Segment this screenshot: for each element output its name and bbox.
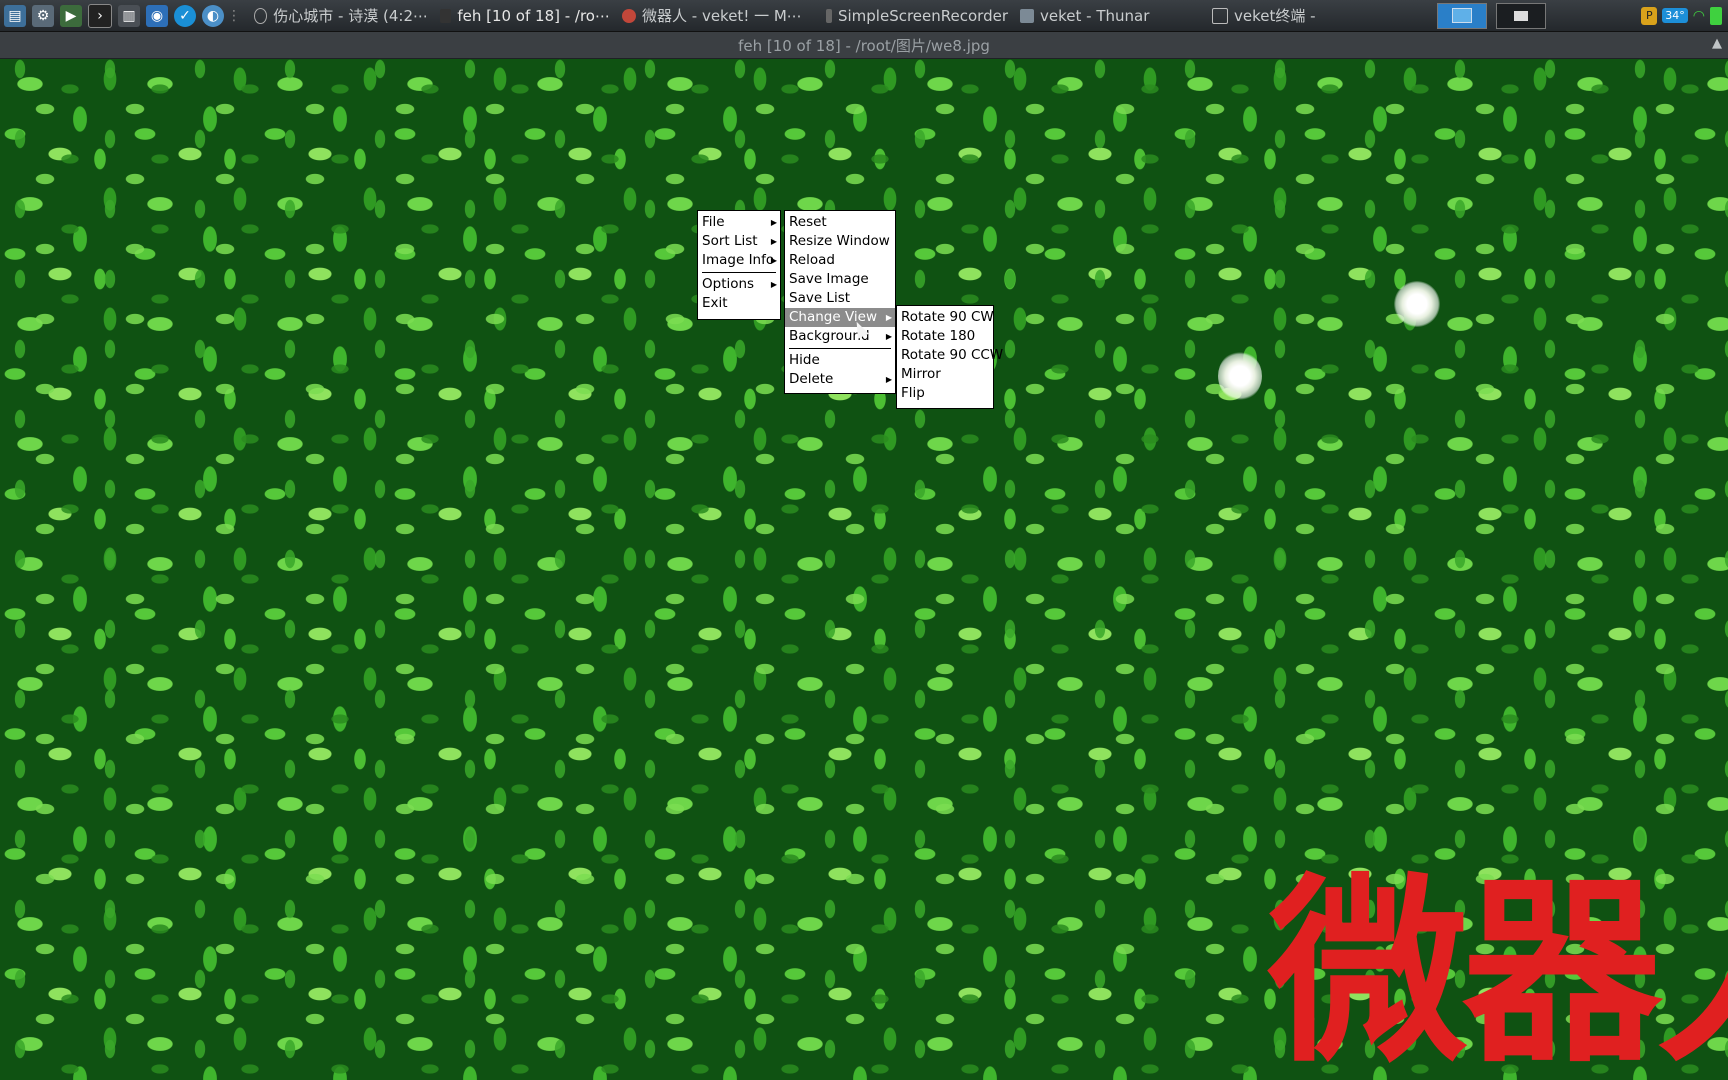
- task-label: feh [10 of 18] - /ro⋯: [457, 6, 610, 25]
- menu-item-label: Reset: [789, 214, 827, 230]
- folder-icon: [1020, 8, 1034, 23]
- grip-icon: ⋮: [227, 7, 241, 24]
- menu-item-hide[interactable]: Hide: [785, 351, 895, 370]
- submenu-arrow-icon: ▶: [770, 256, 777, 265]
- settings-icon[interactable]: ⚙: [32, 4, 54, 27]
- menu-item-rotate-180[interactable]: Rotate 180: [897, 327, 993, 346]
- task-item-music[interactable]: 伤心城市 - 诗漠 (4:2⋯: [248, 0, 434, 31]
- menu-item-sort-list[interactable]: Sort List ▶: [698, 232, 780, 251]
- task-label: veket - Thunar: [1040, 6, 1150, 25]
- task-item-browser[interactable]: 微器人 - veket! 一 M⋯: [616, 0, 820, 31]
- menu-item-label: File: [702, 214, 725, 230]
- context-menu-main: File ▶ Sort List ▶ Image Info ▶ Options …: [697, 210, 781, 320]
- network-icon[interactable]: ◐: [202, 4, 224, 27]
- window-maximize-icon[interactable]: ▲: [1712, 36, 1722, 51]
- task-item-feh[interactable]: feh [10 of 18] - /ro⋯: [434, 0, 616, 31]
- menu-item-file[interactable]: File ▶: [698, 213, 780, 232]
- camera-icon[interactable]: ◉: [146, 4, 168, 27]
- recorder-icon: [826, 8, 832, 23]
- menu-item-exit[interactable]: Exit: [698, 294, 780, 313]
- launcher-group: ▤ ⚙ ▶ › ▥ ◉ ✓ ◐ ⋮: [0, 3, 241, 28]
- menu-item-save-list[interactable]: Save List: [785, 289, 895, 308]
- submenu-arrow-icon: ▶: [885, 313, 892, 322]
- submenu-arrow-icon: ▶: [770, 280, 777, 289]
- clipboard-icon[interactable]: P: [1641, 6, 1658, 25]
- play-icon[interactable]: ▶: [60, 4, 82, 27]
- clock-icon[interactable]: ✓: [174, 4, 196, 27]
- menu-item-label: Rotate 90 CW: [901, 309, 994, 325]
- taskbar: ▤ ⚙ ▶ › ▥ ◉ ✓ ◐ ⋮ 伤心城市 - 诗漠 (4:2⋯ feh [1…: [0, 0, 1728, 32]
- task-item-thunar[interactable]: veket - Thunar: [1014, 0, 1206, 31]
- task-label: veket终端 -: [1234, 7, 1316, 25]
- menu-item-label: Options: [702, 276, 755, 292]
- window-title: feh [10 of 18] - /root/图片/we8.jpg: [738, 36, 990, 55]
- clover-flower: [1218, 351, 1262, 401]
- terminal-icon: [1212, 7, 1228, 24]
- system-monitor-icon[interactable]: ▤: [4, 4, 26, 27]
- task-label: SimpleScreenRecorder: [837, 6, 1008, 25]
- temperature-badge: 34°: [1662, 8, 1688, 23]
- menu-item-label: Save Image: [789, 271, 869, 287]
- menu-item-image-info[interactable]: Image Info ▶: [698, 251, 780, 270]
- menu-item-label: Hide: [789, 352, 820, 368]
- menu-item-rotate-90-cw[interactable]: Rotate 90 CW: [897, 308, 994, 327]
- menu-item-label: Save List: [789, 290, 851, 306]
- menu-item-mirror[interactable]: Mirror: [897, 365, 993, 384]
- context-menu-change-view: Rotate 90 CW Rotate 180 Rotate 90 CCW Mi…: [896, 305, 1003, 409]
- menu-item-rotate-90-ccw[interactable]: Rotate 90 CCW: [897, 346, 1003, 365]
- menu-item-label: Resize Window: [789, 233, 890, 249]
- browser-icon: [622, 8, 636, 23]
- system-tray: P 34° ◠: [1437, 2, 1722, 29]
- terminal-icon[interactable]: ›: [88, 3, 112, 28]
- menu-item-resize-window[interactable]: Resize Window: [785, 232, 895, 251]
- task-list: 伤心城市 - 诗漠 (4:2⋯ feh [10 of 18] - /ro⋯ 微器…: [248, 0, 1378, 31]
- task-item-recorder[interactable]: SimpleScreenRecorder: [820, 0, 1014, 31]
- task-label: 微器人 - veket! 一 M⋯: [642, 7, 802, 25]
- wifi-icon[interactable]: ◠: [1693, 8, 1705, 24]
- menu-separator: [702, 272, 776, 273]
- menu-item-label: Image Info: [702, 252, 775, 268]
- menu-item-label: Rotate 90 CCW: [901, 347, 1004, 363]
- menu-item-label: Delete: [789, 371, 834, 387]
- submenu-arrow-icon: ▶: [885, 375, 892, 384]
- save-icon[interactable]: ▥: [118, 4, 140, 27]
- menu-item-reload[interactable]: Reload: [785, 251, 895, 270]
- menu-item-label: Reload: [789, 252, 835, 268]
- menu-item-label: Rotate 180: [901, 328, 976, 344]
- menu-item-options[interactable]: Options ▶: [698, 275, 780, 294]
- menu-item-label: Mirror: [901, 366, 941, 382]
- menu-item-delete[interactable]: Delete ▶: [785, 370, 895, 389]
- menu-separator: [789, 348, 891, 349]
- workspace-1[interactable]: [1437, 2, 1488, 29]
- window-titlebar[interactable]: feh [10 of 18] - /root/图片/we8.jpg ▲: [0, 32, 1728, 59]
- menu-item-flip[interactable]: Flip: [897, 384, 993, 403]
- music-icon: [254, 7, 268, 24]
- menu-item-label: Exit: [702, 295, 728, 311]
- task-label: 伤心城市 - 诗漠 (4:2⋯: [273, 7, 428, 25]
- image-viewer-icon: [440, 8, 452, 23]
- menu-item-label: Sort List: [702, 233, 758, 249]
- task-item-terminal[interactable]: veket终端 -: [1206, 0, 1378, 31]
- watermark-text: 微器人: [1268, 857, 1728, 1080]
- context-menu-file: Reset Resize Window Reload Save Image Sa…: [784, 210, 896, 394]
- menu-item-label: Flip: [901, 385, 925, 401]
- workspace-2[interactable]: [1496, 2, 1547, 29]
- menu-item-save-image[interactable]: Save Image: [785, 270, 895, 289]
- battery-icon[interactable]: [1710, 6, 1722, 25]
- menu-item-change-view[interactable]: Change View ▶: [785, 308, 895, 327]
- submenu-arrow-icon: ▶: [770, 237, 777, 246]
- menu-item-reset[interactable]: Reset: [785, 213, 895, 232]
- submenu-arrow-icon: ▶: [770, 218, 777, 227]
- clover-flower: [1394, 281, 1440, 327]
- submenu-arrow-icon: ▶: [885, 332, 892, 341]
- menu-item-background[interactable]: Background ▶: [785, 327, 895, 346]
